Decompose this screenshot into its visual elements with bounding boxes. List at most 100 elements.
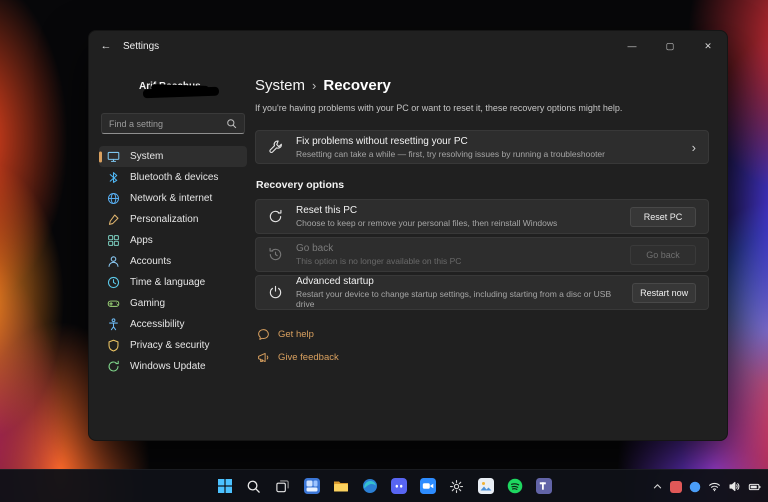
breadcrumb-system[interactable]: System: [255, 77, 305, 94]
go-back-title: Go back: [296, 243, 461, 254]
wifi-icon: [708, 480, 721, 493]
restart-now-button[interactable]: Restart now: [632, 283, 696, 303]
windows-logo-icon: [217, 478, 233, 494]
tray-app-red[interactable]: [670, 481, 682, 493]
clock-icon: [107, 276, 120, 289]
window-controls: — ▢ ✕: [613, 31, 727, 61]
desktop: ← Settings — ▢ ✕ Arif Bacchus: [0, 0, 768, 502]
history-icon: [268, 247, 284, 263]
volume-indicator[interactable]: [728, 480, 741, 493]
spotify-button[interactable]: [503, 474, 527, 498]
taskbar: [0, 469, 768, 502]
edge-icon: [362, 478, 378, 494]
edge-browser-button[interactable]: [358, 474, 382, 498]
system-tray: [652, 470, 762, 502]
sidebar-item-time-language[interactable]: Time & language: [99, 272, 247, 293]
sidebar-item-label: Gaming: [130, 298, 165, 309]
hidden-icons-chevron[interactable]: [652, 481, 663, 492]
apps-grid-icon: [107, 234, 120, 247]
reset-pc-row: Reset this PC Choose to keep or remove y…: [255, 199, 709, 234]
teams-button[interactable]: [532, 474, 556, 498]
battery-icon: [748, 480, 762, 494]
sidebar-item-bluetooth-devices[interactable]: Bluetooth & devices: [99, 167, 247, 188]
sidebar-item-apps[interactable]: Apps: [99, 230, 247, 251]
sidebar-item-label: Accessibility: [130, 319, 184, 330]
sidebar-item-windows-update[interactable]: Windows Update: [99, 356, 247, 377]
go-back-subtitle: This option is no longer available on th…: [296, 256, 461, 266]
accessibility-person-icon: [107, 318, 120, 331]
photos-button[interactable]: [474, 474, 498, 498]
titlebar: ← Settings — ▢ ✕: [89, 31, 727, 61]
widgets-button[interactable]: [300, 474, 324, 498]
widgets-icon: [304, 478, 320, 494]
settings-app-button[interactable]: [445, 474, 469, 498]
page-description: If you're having problems with your PC o…: [255, 103, 709, 113]
fix-problems-card[interactable]: Fix problems without resetting your PC R…: [255, 130, 709, 164]
start-button[interactable]: [213, 474, 237, 498]
search-icon: [226, 118, 237, 129]
maximize-icon: ▢: [666, 41, 675, 52]
sidebar-item-system[interactable]: System: [99, 146, 247, 167]
sidebar-item-label: Time & language: [130, 277, 205, 288]
system-icon: [107, 150, 120, 163]
redacted-email: [143, 87, 219, 99]
file-explorer-icon: [333, 478, 349, 494]
chevron-right-icon: ›: [692, 140, 696, 155]
reset-pc-button[interactable]: Reset PC: [630, 207, 696, 227]
paintbrush-icon: [107, 213, 120, 226]
sidebar-item-accounts[interactable]: Accounts: [99, 251, 247, 272]
search-icon: [246, 479, 261, 494]
wrench-icon: [268, 139, 284, 155]
reset-pc-title: Reset this PC: [296, 205, 557, 216]
discord-button[interactable]: [387, 474, 411, 498]
minimize-icon: —: [628, 41, 637, 51]
get-help-link[interactable]: Get help: [257, 328, 314, 341]
reset-pc-subtitle: Choose to keep or remove your personal f…: [296, 218, 557, 228]
sidebar-item-label: Bluetooth & devices: [130, 172, 218, 183]
person-icon: [107, 255, 120, 268]
search-box: [101, 113, 245, 134]
user-profile[interactable]: Arif Bacchus: [101, 67, 247, 105]
avatar: [101, 72, 130, 101]
sidebar-item-personalization[interactable]: Personalization: [99, 209, 247, 230]
sidebar-item-network-internet[interactable]: Network & internet: [99, 188, 247, 209]
sidebar-item-label: Apps: [130, 235, 153, 246]
advanced-startup-subtitle: Restart your device to change startup se…: [296, 289, 620, 309]
spotify-icon: [507, 478, 523, 494]
go-back-row: Go back This option is no longer availab…: [255, 237, 709, 272]
advanced-startup-text: Advanced startup Restart your device to …: [296, 276, 620, 309]
photos-icon: [478, 478, 494, 494]
give-feedback-link[interactable]: Give feedback: [257, 351, 339, 364]
update-sync-icon: [107, 360, 120, 373]
globe-icon: [107, 192, 120, 205]
sidebar-item-accessibility[interactable]: Accessibility: [99, 314, 247, 335]
blue-app-icon: [689, 481, 701, 493]
section-title: Recovery options: [256, 179, 709, 191]
page-title: Recovery: [323, 77, 391, 94]
feedback-megaphone-icon: [257, 351, 270, 364]
sidebar-item-label: Windows Update: [130, 361, 206, 372]
zoom-button[interactable]: [416, 474, 440, 498]
sidebar-item-label: Accounts: [130, 256, 171, 267]
settings-window: ← Settings — ▢ ✕ Arif Bacchus: [88, 30, 728, 441]
red-app-icon: [670, 481, 682, 493]
sidebar-item-gaming[interactable]: Gaming: [99, 293, 247, 314]
get-help-label: Get help: [278, 329, 314, 340]
breadcrumb: System › Recovery: [255, 77, 709, 94]
tray-app-blue[interactable]: [689, 481, 701, 493]
sidebar-item-label: Network & internet: [130, 193, 212, 204]
task-view-button[interactable]: [271, 474, 295, 498]
close-button[interactable]: ✕: [689, 31, 727, 61]
maximize-button[interactable]: ▢: [651, 31, 689, 61]
back-button[interactable]: ←: [89, 31, 123, 61]
search-input[interactable]: [109, 119, 226, 129]
file-explorer-button[interactable]: [329, 474, 353, 498]
minimize-button[interactable]: —: [613, 31, 651, 61]
taskbar-search-button[interactable]: [242, 474, 266, 498]
help-links: Get help Give feedback: [255, 328, 709, 364]
wifi-indicator[interactable]: [708, 480, 721, 493]
sidebar-item-privacy-security[interactable]: Privacy & security: [99, 335, 247, 356]
battery-indicator[interactable]: [748, 480, 762, 494]
fix-card-title: Fix problems without resetting your PC: [296, 136, 605, 147]
sidebar-item-label: Privacy & security: [130, 340, 209, 351]
